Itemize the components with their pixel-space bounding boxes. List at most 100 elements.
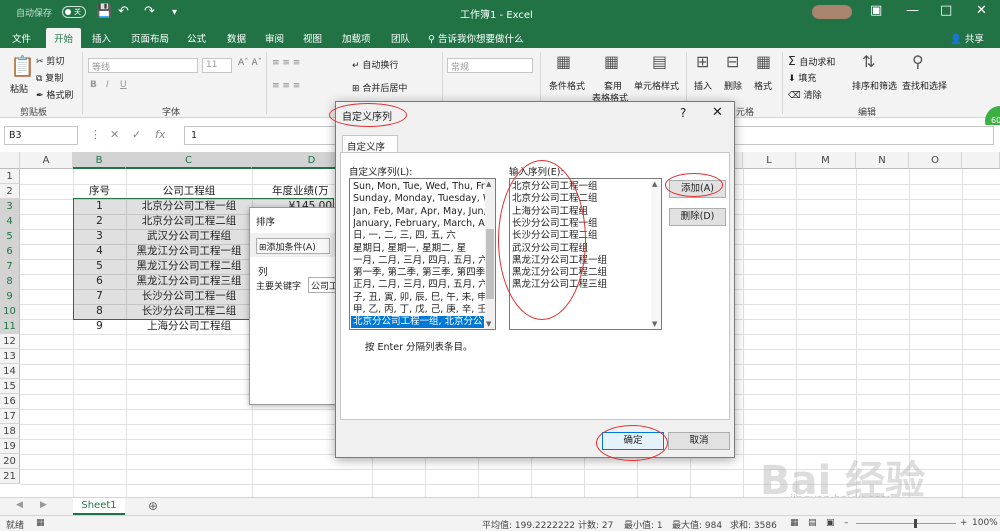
row-header[interactable]: 13 xyxy=(0,349,20,364)
add-condition-button[interactable]: ⊞添加条件(A) xyxy=(256,238,330,254)
add-button[interactable]: 添加(A) xyxy=(669,180,726,198)
row-header[interactable]: 9 xyxy=(0,289,20,304)
insert-cells-button[interactable]: 插入 xyxy=(694,79,712,92)
cancel-button[interactable]: 取消 xyxy=(668,432,730,450)
scroll-down-icon[interactable]: ▼ xyxy=(486,320,491,328)
row-header[interactable]: 4 xyxy=(0,214,20,229)
cell-group[interactable]: 北京分公司工程二组 xyxy=(126,214,252,229)
row-header[interactable]: 3 xyxy=(0,199,20,214)
cell-b2[interactable]: 序号 xyxy=(73,184,126,199)
autosum-button[interactable]: Σ 自动求和 xyxy=(788,54,835,68)
merge-center-button[interactable]: ⊞ 合并后居中 xyxy=(352,81,407,94)
row-header[interactable]: 5 xyxy=(0,229,20,244)
column-header[interactable]: A xyxy=(20,152,73,169)
row-header[interactable]: 6 xyxy=(0,244,20,259)
row-header[interactable]: 17 xyxy=(0,409,20,424)
row-header[interactable]: 2 xyxy=(0,184,20,199)
cut-button[interactable]: ✂ 剪切 xyxy=(36,54,64,67)
zoom-out-icon[interactable]: – xyxy=(844,518,849,528)
row-header[interactable]: 16 xyxy=(0,394,20,409)
minimize-icon[interactable]: — xyxy=(906,3,919,18)
zoom-level[interactable]: 100% xyxy=(972,518,998,528)
sheet-tab-sheet1[interactable]: Sheet1 xyxy=(73,498,125,515)
row-header[interactable]: 20 xyxy=(0,454,20,469)
scroll-down-icon[interactable]: ▼ xyxy=(652,320,657,328)
row-header[interactable]: 7 xyxy=(0,259,20,274)
row-header[interactable]: 19 xyxy=(0,439,20,454)
custom-list-item[interactable]: 第一季, 第二季, 第三季, 第四季 xyxy=(353,267,485,279)
enter-icon[interactable]: ✓ xyxy=(132,128,141,141)
entries-scrollbar[interactable]: ▲ ▼ xyxy=(651,179,661,329)
undo-icon[interactable]: ↶ xyxy=(118,4,129,19)
cell-group[interactable]: 黑龙江分公司工程二组 xyxy=(126,259,252,274)
format-painter-button[interactable]: ✒ 格式刷 xyxy=(36,88,73,101)
delete-cells-icon[interactable]: ⊟ xyxy=(726,52,739,71)
wrap-text-button[interactable]: ↵ 自动换行 xyxy=(352,58,398,71)
align-top-icon[interactable]: ≡ ≡ ≡ xyxy=(272,58,300,68)
number-format-select[interactable]: 常规 xyxy=(447,58,533,73)
tab-insert[interactable]: 插入 xyxy=(92,31,111,45)
cell-no[interactable]: 2 xyxy=(73,214,126,229)
custom-list-item[interactable]: 北京分公司工程一组, 北京分公司工 xyxy=(351,316,484,329)
row-header[interactable]: 15 xyxy=(0,379,20,394)
row-header[interactable]: 11 xyxy=(0,319,20,334)
zoom-slider-thumb[interactable] xyxy=(914,519,917,528)
custom-list-item[interactable]: 一月, 二月, 三月, 四月, 五月, 六月, xyxy=(353,255,485,267)
redo-icon[interactable]: ↷ xyxy=(144,4,155,19)
tell-me-search[interactable]: ⚲ 告诉我你想要做什么 xyxy=(428,31,524,45)
cell-c2[interactable]: 公司工程组 xyxy=(126,184,252,199)
cell-no[interactable]: 3 xyxy=(73,229,126,244)
copy-button[interactable]: ⧉ 复制 xyxy=(36,71,63,84)
cell-no[interactable]: 4 xyxy=(73,244,126,259)
align-left-icon[interactable]: ≡ ≡ ≡ xyxy=(272,81,300,91)
insert-cells-icon[interactable]: ⊞ xyxy=(696,52,709,71)
autosave-toggle[interactable]: 关 xyxy=(62,6,86,18)
column-header[interactable]: B xyxy=(73,152,126,169)
paste-icon[interactable]: 📋 xyxy=(10,54,35,78)
sort-filter-button[interactable]: 排序和筛选 xyxy=(852,79,897,92)
custom-list-item[interactable]: 正月, 二月, 三月, 四月, 五月, 六月, xyxy=(353,279,485,291)
scroll-up-icon[interactable]: ▲ xyxy=(486,180,491,188)
zoom-slider[interactable] xyxy=(856,523,956,524)
ok-button[interactable]: 确定 xyxy=(602,432,664,450)
list-scrollbar[interactable]: ▲ ▼ xyxy=(485,179,495,329)
customize-qat-icon[interactable]: ▾ xyxy=(172,7,177,18)
sort-filter-icon[interactable]: ⇅ xyxy=(862,52,875,71)
function-icon[interactable]: fx xyxy=(155,128,165,141)
column-header[interactable]: M xyxy=(796,152,856,169)
delete-button[interactable]: 删除(D) xyxy=(669,208,726,226)
font-size-select[interactable]: 11 xyxy=(202,58,232,73)
row-header[interactable]: 18 xyxy=(0,424,20,439)
cell-group[interactable]: 黑龙江分公司工程一组 xyxy=(126,244,252,259)
column-header[interactable]: C xyxy=(126,152,252,169)
format-cells-icon[interactable]: ▦ xyxy=(756,52,771,71)
cell-no[interactable]: 7 xyxy=(73,289,126,304)
find-select-button[interactable]: 查找和选择 xyxy=(902,79,947,92)
cell-no[interactable]: 6 xyxy=(73,274,126,289)
cell-group[interactable]: 长沙分公司工程一组 xyxy=(126,289,252,304)
tab-custom-lists[interactable]: 自定义序列 xyxy=(342,135,398,167)
delete-cells-button[interactable]: 删除 xyxy=(724,79,742,92)
cell-styles-button[interactable]: 单元格样式 xyxy=(634,79,679,92)
underline-icon[interactable]: U xyxy=(120,80,127,90)
conditional-format-icon[interactable]: ▦ xyxy=(556,52,571,71)
ribbon-options-icon[interactable]: ▣ xyxy=(870,3,882,18)
select-all-corner[interactable] xyxy=(0,152,20,169)
tab-data[interactable]: 数据 xyxy=(227,31,246,45)
row-header[interactable]: 12 xyxy=(0,334,20,349)
cancel-icon[interactable]: ✕ xyxy=(110,128,119,141)
maximize-icon[interactable]: □ xyxy=(940,3,952,18)
save-icon[interactable]: 💾 xyxy=(96,4,112,19)
custom-lists-listbox[interactable]: Sun, Mon, Tue, Wed, Thu, Fri, S Sunday, M… xyxy=(349,178,496,330)
cell-styles-icon[interactable]: ▤ xyxy=(652,52,667,71)
custom-list-item[interactable]: 子, 丑, 寅, 卯, 辰, 巳, 午, 未, 申, 酉 xyxy=(353,292,485,304)
close-icon[interactable]: ✕ xyxy=(712,105,723,120)
row-header[interactable]: 1 xyxy=(0,169,20,184)
custom-list-item[interactable]: Jan, Feb, Mar, Apr, May, Jun, Ju xyxy=(353,206,485,218)
custom-list-item[interactable]: 日, 一, 二, 三, 四, 五, 六 xyxy=(353,230,485,242)
custom-list-item[interactable]: 甲, 乙, 丙, 丁, 戊, 己, 庚, 辛, 壬, 癸 xyxy=(353,304,485,316)
tab-page-layout[interactable]: 页面布局 xyxy=(131,31,169,45)
cell-group[interactable]: 武汉分公司工程组 xyxy=(126,229,252,244)
find-icon[interactable]: ⚲ xyxy=(912,52,924,71)
normal-view-icon[interactable]: ▦ xyxy=(790,518,799,528)
